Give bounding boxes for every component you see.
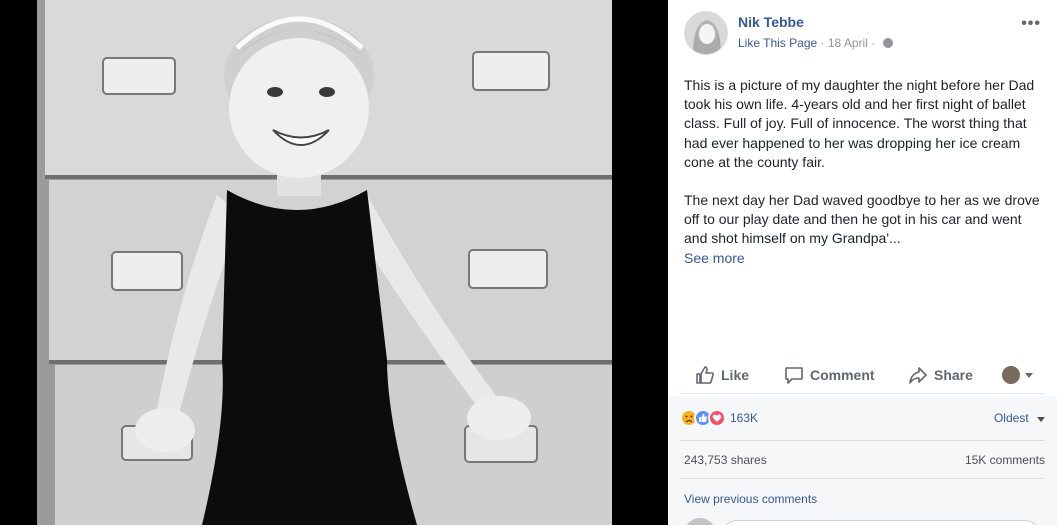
post-panel: Nik Tebbe Like This Page · 18 April · ••… — [668, 0, 1057, 525]
post-photo[interactable] — [37, 0, 612, 525]
shares-count[interactable]: 243,753 shares — [684, 453, 767, 467]
see-more-link[interactable]: See more — [684, 249, 1044, 268]
like-page-link[interactable]: Like This Page — [738, 36, 817, 50]
view-previous-comments-link[interactable]: View previous comments — [684, 492, 817, 506]
action-bar: Like Comment Share — [680, 356, 1045, 394]
reactions-summary[interactable]: 163K — [680, 408, 758, 428]
audience-selector[interactable] — [1002, 364, 1033, 386]
like-label: Like — [721, 367, 750, 383]
comments-count[interactable]: 15K comments — [965, 453, 1045, 467]
author-name[interactable]: Nik Tebbe — [738, 14, 804, 30]
post-paragraph-1: This is a picture of my daughter the nig… — [684, 77, 1035, 170]
post-meta: Like This Page · 18 April · — [738, 36, 893, 50]
comments-section: 163K Oldest 243,753 shares 15K comments … — [668, 396, 1057, 525]
comment-label: Comment — [810, 367, 875, 383]
viewer-avatar — [684, 518, 716, 525]
post-text: This is a picture of my daughter the nig… — [684, 76, 1044, 268]
like-button[interactable]: Like — [695, 364, 749, 386]
globe-icon — [882, 38, 893, 48]
share-button[interactable]: Share — [908, 364, 973, 386]
divider — [680, 478, 1045, 479]
meta-separator-2: · — [871, 36, 876, 50]
share-arrow-icon — [909, 367, 927, 384]
chevron-down-icon — [1025, 372, 1033, 378]
thumbs-up-icon — [696, 366, 714, 384]
comment-sort-dropdown[interactable]: Oldest — [994, 411, 1045, 425]
more-options-button[interactable]: ••• — [1021, 15, 1041, 33]
viewer-avatar — [1002, 366, 1020, 384]
author-avatar[interactable] — [684, 11, 728, 55]
photo-viewer — [0, 0, 668, 525]
meta-separator: · — [820, 36, 825, 50]
sort-label: Oldest — [993, 411, 1029, 425]
post-header: Nik Tebbe Like This Page · 18 April · ••… — [684, 11, 1045, 55]
comment-input[interactable] — [722, 520, 1040, 525]
reaction-count[interactable]: 163K — [730, 411, 758, 425]
speech-bubble-icon — [785, 367, 803, 384]
comment-button[interactable]: Comment — [784, 364, 875, 386]
chevron-down-icon — [1037, 417, 1045, 422]
divider — [680, 440, 1045, 441]
love-reaction-icon — [708, 409, 726, 427]
share-label: Share — [934, 367, 973, 383]
post-date[interactable]: 18 April — [828, 36, 868, 50]
post-paragraph-2: The next day her Dad waved goodbye to he… — [684, 192, 1040, 247]
